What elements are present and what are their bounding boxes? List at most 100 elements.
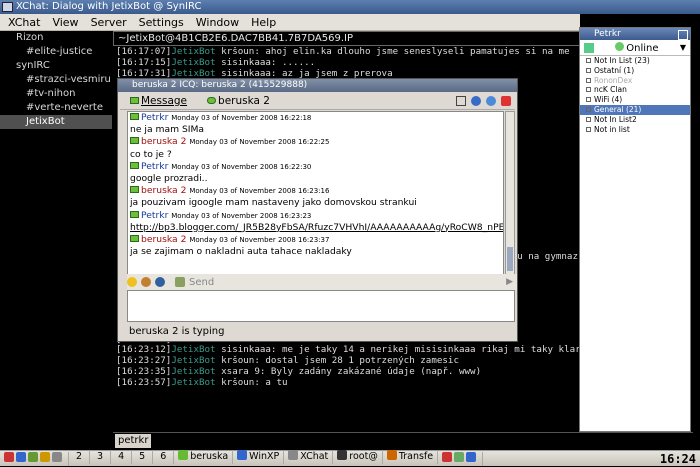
workspace-button[interactable]: 5 xyxy=(132,450,154,464)
task-icon xyxy=(237,450,248,460)
tree-item-tv-nihon[interactable]: #tv-nihon xyxy=(0,87,112,101)
menu-xchat[interactable]: XChat xyxy=(8,16,40,29)
message-sender: beruska 2 xyxy=(141,136,187,148)
compose-input[interactable] xyxy=(127,290,515,322)
chat-text: kršoun: dostal jsem 28 1 potrzených zame… xyxy=(215,355,459,367)
menu-server[interactable]: Server xyxy=(91,16,127,29)
tree-item-strazci-vesmiru[interactable]: #strazci-vesmiru xyxy=(0,73,112,87)
task-icon xyxy=(337,450,348,460)
workspace-button[interactable]: 3 xyxy=(90,450,112,464)
launcher-icons[interactable] xyxy=(0,451,69,466)
contact-group[interactable]: General (21) xyxy=(580,104,690,115)
message-log-scrollbar[interactable] xyxy=(505,111,515,298)
message-text: ne ja mam SIMa xyxy=(130,124,205,136)
chat-time: [16:23:57] xyxy=(116,376,172,388)
contact-group-label: General (21) xyxy=(594,104,642,114)
tab-contact[interactable]: beruska 2 xyxy=(207,95,270,107)
status-dropdown-icon[interactable]: ▼ xyxy=(680,43,686,52)
user-details-icon[interactable] xyxy=(486,96,496,106)
menu-window[interactable]: Window xyxy=(196,16,239,29)
info-icon[interactable] xyxy=(471,96,481,106)
tab-message[interactable]: Message xyxy=(130,95,187,107)
menu-icon[interactable] xyxy=(584,42,594,53)
message-icon xyxy=(130,161,139,169)
scrollbar-thumb[interactable] xyxy=(507,247,513,271)
message-icon xyxy=(130,210,139,218)
close-dialog-icon[interactable] xyxy=(501,96,511,106)
tree-item-elite-justice[interactable]: #elite-justice xyxy=(0,45,112,59)
chat-time: [16:17:07] xyxy=(116,47,172,57)
chat-text: kršoun: ahoj elin.ka dlouho jsme senesly… xyxy=(215,47,570,57)
xchat-app-icon xyxy=(2,2,13,12)
task-label: beruska xyxy=(190,451,229,462)
chat-nick: JetixBot xyxy=(171,365,216,377)
expand-icon xyxy=(586,77,591,83)
task-button[interactable]: WinXP xyxy=(233,450,285,464)
task-button[interactable]: Transfe xyxy=(383,450,439,464)
contact-group[interactable]: Ostatní (1) xyxy=(580,66,690,76)
contact-group[interactable]: ncK Clan xyxy=(580,85,690,95)
task-button[interactable]: beruska xyxy=(174,450,234,464)
menu-settings[interactable]: Settings xyxy=(139,16,184,29)
status-selector[interactable]: Online xyxy=(615,41,659,54)
chat-nick: JetixBot xyxy=(171,376,216,388)
task-label: Transfe xyxy=(398,451,434,462)
task-icon xyxy=(288,450,299,460)
workspace-button[interactable]: 6 xyxy=(153,450,175,464)
tree-item-rizon[interactable]: Rizon xyxy=(0,31,112,45)
tree-item-synirc[interactable]: synIRC xyxy=(0,59,112,73)
task-button[interactable]: root@ xyxy=(333,450,383,464)
task-label: root@ xyxy=(349,451,378,462)
menu-view[interactable]: View xyxy=(52,16,78,29)
contact-group[interactable]: Not In List2 xyxy=(580,115,690,125)
block-icon[interactable] xyxy=(155,277,165,287)
chat-time: [16:17:15] xyxy=(116,56,172,68)
expand-arrow-icon[interactable]: ▶ xyxy=(506,277,513,287)
typing-status: beruska 2 is typing xyxy=(129,326,225,337)
message-sender: Petrkr xyxy=(141,209,169,221)
tree-item-jetixbot[interactable]: JetixBot xyxy=(0,115,112,129)
expand-icon xyxy=(586,58,591,63)
message-text: google prozradi.. xyxy=(130,172,208,184)
menu-help[interactable]: Help xyxy=(251,16,276,29)
task-button[interactable]: XChat xyxy=(284,450,334,464)
message-header: Petrkr Monday 03 of November 2008 16:22:… xyxy=(128,112,503,124)
task-label: XChat xyxy=(300,451,329,462)
workspace-button[interactable]: 4 xyxy=(111,450,133,464)
chat-time: [16:17:31] xyxy=(116,67,172,79)
message-icon xyxy=(130,234,139,242)
smiley-icon[interactable] xyxy=(127,277,137,287)
close-icon[interactable] xyxy=(678,30,688,40)
workspace-button[interactable]: 2 xyxy=(69,450,91,464)
chat-text: xsara 9: Byly zadány zakázané údaje (nap… xyxy=(215,365,482,377)
expand-icon xyxy=(586,87,591,93)
clock: 16:24 xyxy=(659,451,696,466)
message-sender: Petrkr xyxy=(141,160,169,172)
history-icon[interactable] xyxy=(456,96,466,106)
expand-icon xyxy=(586,116,591,122)
message-timestamp: Monday 03 of November 2008 16:22:18 xyxy=(171,114,312,122)
chat-nick: JetixBot xyxy=(171,344,216,356)
contact-group[interactable]: Not In List (23) xyxy=(580,56,690,66)
contact-group[interactable]: WiFi (4) xyxy=(580,95,690,105)
nick-button[interactable]: petrkr xyxy=(115,434,152,448)
chat-input-bar[interactable] xyxy=(113,432,693,450)
tree-item-verte-neverte[interactable]: #verte-neverte xyxy=(0,101,112,115)
dialog-title: beruska 2 ICQ: beruska 2 (415529888) xyxy=(132,80,308,90)
nudge-icon[interactable] xyxy=(141,277,151,287)
chat-nick: JetixBot xyxy=(171,47,216,57)
chat-time: [16:23:12] xyxy=(116,344,172,356)
message-log: Petrkr Monday 03 of November 2008 16:22:… xyxy=(127,111,504,298)
compose-toolbar: Send ▶ xyxy=(127,274,517,290)
contact-group[interactable]: RononDex xyxy=(580,76,690,86)
send-icon xyxy=(175,277,185,287)
send-button[interactable]: Send xyxy=(189,277,214,288)
contact-group[interactable]: Not in list xyxy=(580,125,690,135)
tray-icons[interactable] xyxy=(438,451,484,466)
channel-tree: Rizon #elite-justice synIRC #strazci-ves… xyxy=(0,31,112,431)
flower-icon xyxy=(207,97,217,104)
chat-nick: JetixBot xyxy=(171,355,216,367)
message-link[interactable]: http://bp3.blogger.com/_JR5B28yFbSA/Rfuz… xyxy=(128,222,503,234)
contact-group-label: Ostatní (1) xyxy=(594,65,635,75)
chat-time: [16:23:35] xyxy=(116,365,172,377)
